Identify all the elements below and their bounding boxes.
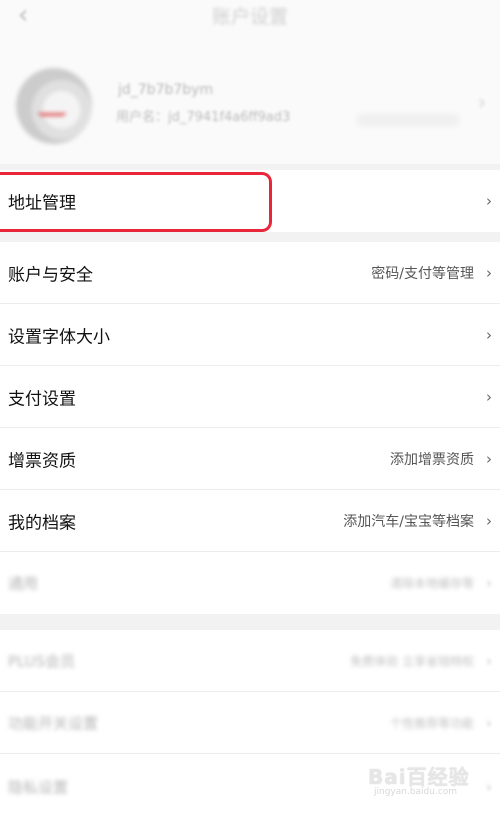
- row-font-size[interactable]: 设置字体大小 ›: [0, 304, 500, 366]
- chevron-right-icon: ›: [486, 326, 492, 344]
- profile-card[interactable]: jd_7b7b7bym 用户名：jd_7941f4a6ff9ad3 ›: [0, 40, 500, 164]
- row-value: 个性推荐等功能: [389, 716, 474, 731]
- row-payment-settings[interactable]: 支付设置 ›: [0, 366, 500, 428]
- row-my-profile[interactable]: 我的档案 添加汽车/宝宝等档案 ›: [0, 490, 500, 552]
- highlight-annotation-box: [0, 172, 272, 232]
- row-label: PLUS会员: [8, 652, 76, 671]
- chevron-right-icon: ›: [486, 652, 492, 670]
- row-plus-member[interactable]: PLUS会员 免费体验 立享省钱特权 ›: [0, 630, 500, 692]
- row-value: 添加增票资质: [390, 452, 474, 468]
- row-value: 免费体验 立享省钱特权: [350, 654, 474, 669]
- row-label: 我的档案: [8, 513, 76, 534]
- row-label: 隐私设置: [8, 778, 69, 796]
- row-invoice-qualification[interactable]: 增票资质 添加增票资质 ›: [0, 428, 500, 490]
- chevron-right-icon: ›: [486, 192, 492, 210]
- row-feature-switches[interactable]: 功能开关设置 个性推荐等功能 ›: [0, 692, 500, 754]
- row-label: 支付设置: [8, 389, 76, 410]
- row-label: 通用: [8, 574, 39, 593]
- row-general[interactable]: 通用 清除本地缓存等 ›: [0, 552, 500, 614]
- profile-nickname: jd_7b7b7bym: [118, 82, 214, 98]
- row-label: 账户与安全: [8, 265, 93, 286]
- row-label: 增票资质: [8, 451, 76, 472]
- chevron-right-icon: ›: [486, 714, 492, 732]
- watermark-logo: Bai百经验: [368, 765, 470, 789]
- chevron-right-icon: ›: [486, 512, 492, 530]
- chevron-right-icon: ›: [486, 777, 492, 796]
- row-value: 清除本地缓存等: [389, 576, 474, 591]
- row-label: 功能开关设置: [8, 714, 99, 733]
- row-label: 设置字体大小: [8, 327, 110, 348]
- row-value: 添加汽车/宝宝等档案: [343, 514, 474, 530]
- header-bar: ‹ 账户设置: [0, 0, 500, 40]
- row-account-security[interactable]: 账户与安全 密码/支付等管理 ›: [0, 242, 500, 304]
- row-value: 密码/支付等管理: [371, 266, 474, 282]
- chevron-right-icon: ›: [486, 264, 492, 282]
- profile-username: 用户名：jd_7941f4a6ff9ad3: [116, 110, 291, 125]
- profile-extra-blurred: [356, 114, 460, 126]
- watermark-url: jingyan.baidu.com: [374, 787, 458, 797]
- watermark: Bai百经验 jingyan.baidu.com: [368, 757, 478, 801]
- page-title: 账户设置: [211, 6, 288, 28]
- chevron-right-icon: ›: [486, 574, 492, 592]
- chevron-right-icon: ›: [478, 90, 486, 114]
- chevron-right-icon: ›: [486, 388, 492, 406]
- chevron-right-icon: ›: [486, 450, 492, 468]
- avatar: [16, 68, 92, 144]
